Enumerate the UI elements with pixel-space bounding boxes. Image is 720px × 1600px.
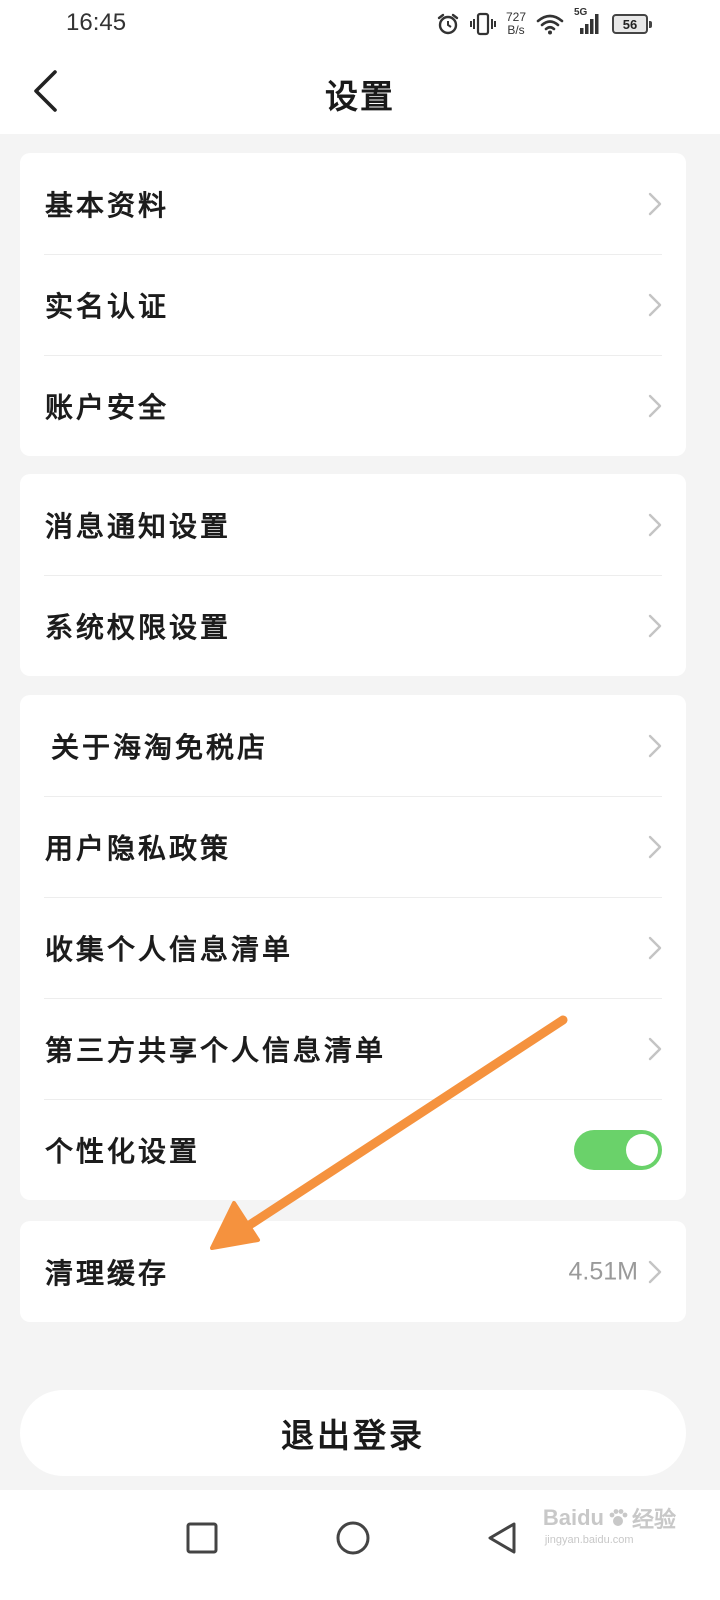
page-title: 设置 — [325, 77, 395, 116]
header: 设置 — [0, 48, 720, 134]
settings-group-account: 基本资料 实名认证 账户安全 — [20, 153, 686, 456]
settings-item-label: 消息通知设置 — [45, 509, 232, 543]
watermark-brand: Baidu — [542, 1505, 604, 1530]
settings-item-system-permissions[interactable]: 系统权限设置 — [20, 575, 686, 676]
settings-item-clear-cache[interactable]: 清理缓存 4.51M — [20, 1221, 686, 1322]
watermark-suffix: 经验 — [631, 1507, 676, 1532]
vibrate-icon — [469, 12, 496, 36]
personalization-toggle[interactable] — [574, 1129, 662, 1170]
cellular-signal: 5G — [574, 7, 602, 35]
watermark-url: jingyan.baidu.com — [544, 1534, 634, 1546]
cache-size: 4.51M — [568, 1257, 638, 1285]
settings-item-basic-info[interactable]: 基本资料 — [20, 153, 686, 254]
settings-item-label: 清理缓存 — [45, 1256, 170, 1290]
settings-item-label: 用户隐私政策 — [45, 831, 232, 865]
system-nav-bar: Baidu 经验 jingyan.baidu.com — [0, 1490, 720, 1600]
settings-item-label: 第三方共享个人信息清单 — [45, 1033, 387, 1067]
settings-item-privacy-policy[interactable]: 用户隐私政策 — [20, 796, 686, 897]
watermark: Baidu 经验 jingyan.baidu.com — [543, 1502, 676, 1546]
status-icons: 727 B/s 5G 56 — [436, 7, 652, 38]
settings-item-label: 系统权限设置 — [45, 610, 232, 644]
chevron-right-icon — [648, 1037, 662, 1060]
settings-item-label: 基本资料 — [45, 188, 170, 222]
battery-level: 56 — [622, 16, 638, 32]
circle-icon — [336, 1521, 370, 1555]
network-speed-unit: B/s — [507, 23, 525, 37]
settings-item-personalization: 个性化设置 — [20, 1099, 686, 1200]
square-icon — [186, 1522, 218, 1554]
toggle-knob — [626, 1133, 658, 1166]
home-button[interactable] — [323, 1508, 383, 1568]
chevron-right-icon — [648, 192, 662, 215]
triangle-back-icon — [488, 1522, 516, 1554]
network-type: 5G — [574, 7, 588, 18]
chevron-right-icon — [648, 394, 662, 417]
settings-group-about: 关于海淘免税店 用户隐私政策 收集个人信息清单 第三方共享个人信息清单 个性化设… — [20, 695, 686, 1200]
network-speed: 727 B/s — [506, 11, 526, 37]
settings-item-label: 实名认证 — [45, 289, 170, 323]
settings-item-label: 账户安全 — [45, 390, 170, 424]
settings-group-cache: 清理缓存 4.51M — [20, 1221, 686, 1322]
chevron-right-icon — [648, 1260, 662, 1283]
alarm-icon — [437, 13, 459, 35]
logout-button[interactable]: 退出登录 — [20, 1390, 686, 1476]
settings-item-label: 收集个人信息清单 — [45, 932, 294, 966]
status-bar: 16:45 727 B/s 5G 56 — [0, 0, 720, 48]
chevron-right-icon — [648, 513, 662, 536]
paw-icon — [609, 1509, 628, 1526]
settings-item-about-store[interactable]: 关于海淘免税店 — [20, 695, 686, 796]
back-nav-button[interactable] — [472, 1508, 532, 1568]
settings-group-notifications: 消息通知设置 系统权限设置 — [20, 474, 686, 676]
settings-item-third-party-sharing-list[interactable]: 第三方共享个人信息清单 — [20, 998, 686, 1099]
settings-item-real-name-auth[interactable]: 实名认证 — [20, 254, 686, 355]
chevron-right-icon — [648, 734, 662, 757]
settings-item-label: 个性化设置 — [45, 1134, 201, 1168]
settings-item-notification-settings[interactable]: 消息通知设置 — [20, 474, 686, 575]
settings-item-personal-info-list[interactable]: 收集个人信息清单 — [20, 897, 686, 998]
status-time: 16:45 — [66, 9, 127, 36]
settings-item-label: 关于海淘免税店 — [51, 730, 269, 764]
chevron-right-icon — [648, 614, 662, 637]
chevron-right-icon — [648, 293, 662, 316]
settings-item-account-security[interactable]: 账户安全 — [20, 355, 686, 456]
battery-icon: 56 — [612, 14, 652, 34]
chevron-right-icon — [648, 936, 662, 959]
chevron-right-icon — [648, 835, 662, 858]
recent-apps-button[interactable] — [172, 1508, 232, 1568]
wifi-icon — [536, 14, 564, 35]
